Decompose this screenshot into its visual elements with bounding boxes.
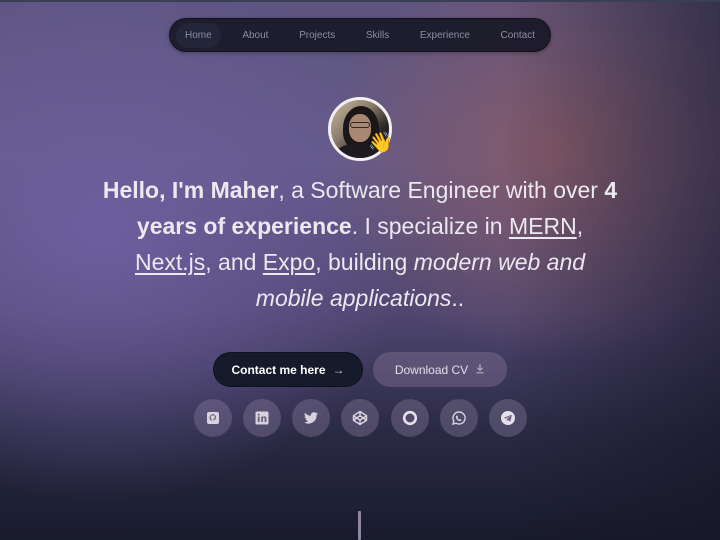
twitter-icon [304, 412, 319, 424]
avatar-container: 👋 [328, 97, 393, 161]
social-links [194, 399, 527, 437]
avatar-glasses [350, 122, 370, 128]
download-icon [475, 363, 485, 377]
hero-headline: Hello, I'm Maher, a Software Engineer wi… [100, 172, 620, 316]
headline-text: , and [205, 249, 263, 275]
telegram-link[interactable] [488, 399, 527, 437]
whatsapp-icon [451, 411, 466, 425]
greeting: Hello, I'm Maher [102, 177, 279, 203]
tech-link-nextjs[interactable]: Next.js [135, 249, 205, 275]
linkedin-icon [255, 411, 269, 425]
github-link[interactable] [194, 399, 232, 437]
nav-item-contact[interactable]: Contact [492, 23, 544, 48]
wave-icon: 👋 [368, 132, 393, 154]
headline-text: .. [451, 285, 465, 311]
contact-button-label: Contact me here [231, 362, 326, 377]
headline-text: . I specialize in [351, 213, 509, 239]
headline-text: , a Software Engineer with over [278, 177, 605, 203]
scroll-indicator [358, 511, 361, 540]
top-border [0, 0, 720, 2]
navbar: Home About Projects Skills Experience Co… [169, 18, 551, 52]
whatsapp-link[interactable] [439, 399, 478, 437]
codepen-icon [353, 410, 368, 426]
headline-text: , building [315, 249, 414, 275]
linkedin-link[interactable] [243, 399, 282, 437]
headline-text: , [576, 213, 584, 239]
contact-button[interactable]: Contact me here → [213, 352, 363, 387]
tech-link-expo[interactable]: Expo [263, 249, 315, 275]
circle-link[interactable] [390, 399, 429, 437]
circle-icon [402, 410, 417, 426]
codepen-link[interactable] [341, 399, 380, 437]
nav-item-about[interactable]: About [233, 23, 277, 48]
nav-item-skills[interactable]: Skills [357, 23, 398, 48]
nav-item-experience[interactable]: Experience [411, 23, 479, 48]
download-cv-button[interactable]: Download CV [373, 352, 507, 387]
arrow-right-icon: → [332, 362, 345, 377]
nav-item-projects[interactable]: Projects [290, 23, 344, 48]
telegram-icon [500, 411, 515, 425]
twitter-link[interactable] [292, 399, 331, 437]
github-icon [207, 412, 219, 424]
download-cv-label: Download CV [394, 362, 469, 377]
tech-link-mern[interactable]: MERN [509, 213, 577, 239]
nav-item-home[interactable]: Home [176, 22, 221, 48]
